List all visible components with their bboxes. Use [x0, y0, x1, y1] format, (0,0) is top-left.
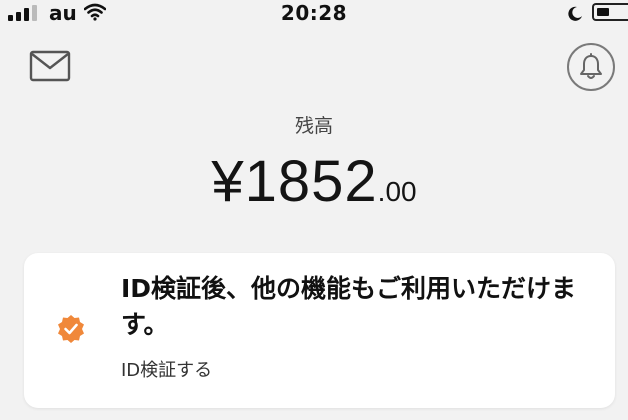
- status-time: 20:28: [280, 1, 348, 25]
- verified-badge-icon: [58, 315, 84, 343]
- balance-amount-decimal: .00: [377, 176, 417, 207]
- battery-level: [597, 8, 609, 16]
- mail-icon[interactable]: [29, 49, 73, 85]
- id-verification-card[interactable]: ID検証後、他の機能もご利用いただけます。 ID検証する: [24, 253, 615, 408]
- balance-amount-integer: ¥1852: [211, 149, 378, 214]
- bell-icon: [580, 53, 602, 79]
- balance-label: 残高: [294, 115, 333, 137]
- balance-amount: ¥1852.00: [0, 148, 628, 215]
- status-bar: au 20:28: [0, 0, 628, 30]
- id-verification-message: ID検証後、他の機能もご利用いただけます。: [121, 274, 577, 339]
- notification-button[interactable]: [567, 43, 615, 91]
- do-not-disturb-moon-icon: [568, 6, 582, 21]
- verify-id-link[interactable]: ID検証する: [121, 356, 212, 382]
- battery-icon: [592, 3, 628, 21]
